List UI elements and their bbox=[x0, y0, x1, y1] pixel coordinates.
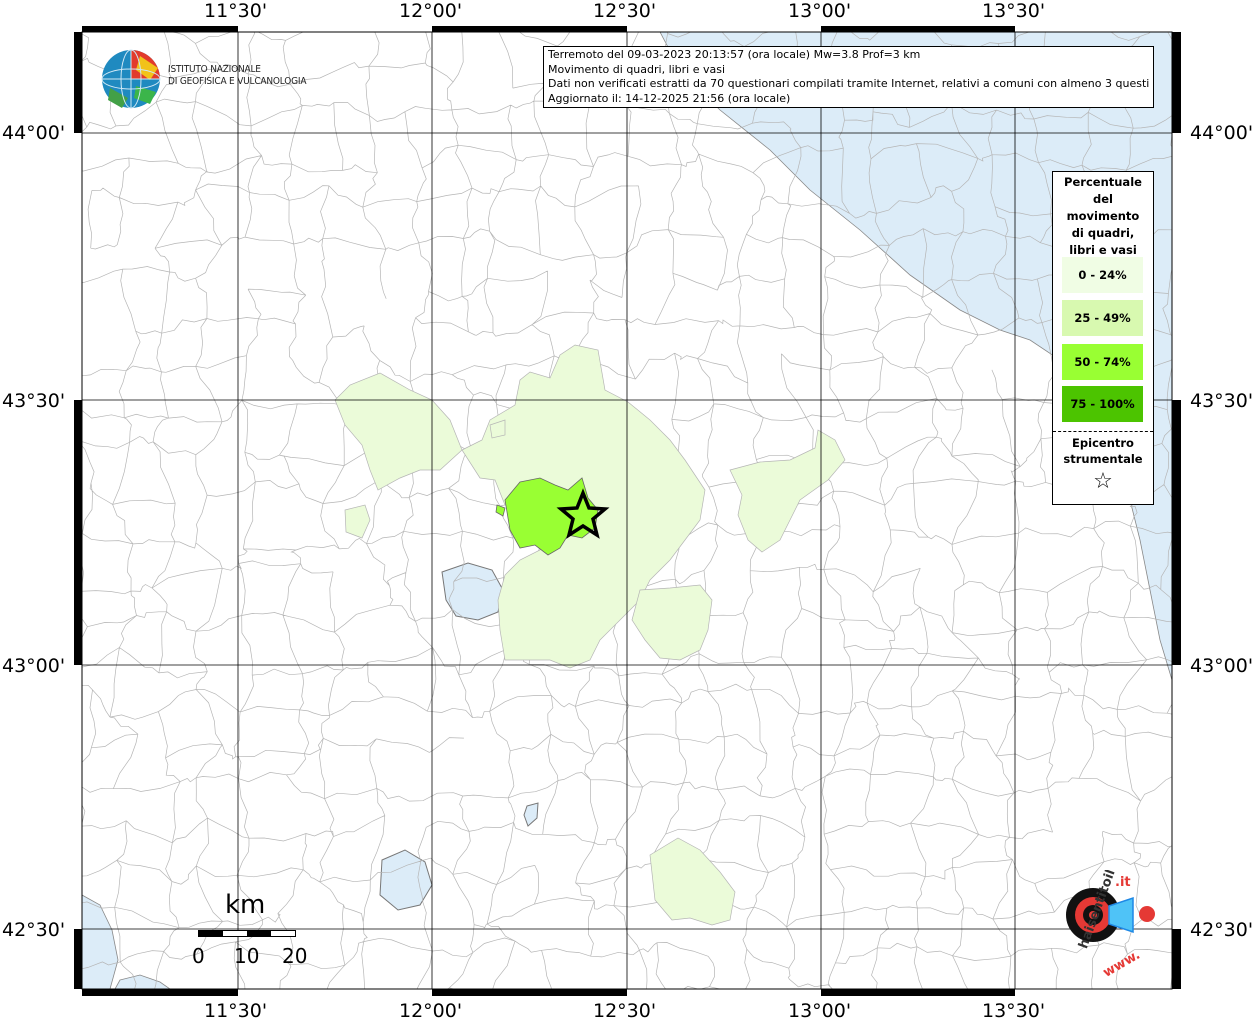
badge-suffix: .it bbox=[1115, 875, 1131, 890]
epicenter-title-line: Epicentro bbox=[1072, 436, 1134, 450]
event-info-box: Terremoto del 09-03-2023 20:13:57 (ora l… bbox=[543, 46, 1154, 108]
legend-title-line: del bbox=[1093, 192, 1113, 206]
data-note: Dati non verificati estratti da 70 quest… bbox=[548, 77, 1149, 90]
updated-timestamp: Aggiornato il: 14-12-2025 21:56 (ora loc… bbox=[548, 91, 791, 105]
scale-bar: km 0 10 20 bbox=[190, 890, 310, 970]
legend-item-50-74: 50 - 74% bbox=[1062, 344, 1143, 380]
legend-separator bbox=[1053, 431, 1153, 432]
globe-icon bbox=[101, 49, 161, 109]
event-header: Terremoto del 09-03-2023 20:13:57 (ora l… bbox=[548, 48, 921, 61]
badge-www: www. bbox=[1101, 948, 1143, 980]
epicenter-legend-title: Epicentro strumentale bbox=[1053, 435, 1153, 467]
legend-title-line: di quadri, bbox=[1071, 226, 1135, 240]
logo-line2: DI GEOFISICA E VULCANOLOGIA bbox=[168, 76, 307, 87]
legend-title-line: movimento bbox=[1066, 209, 1140, 223]
effect-description: Movimento di quadri, libri e vasi bbox=[548, 62, 726, 76]
legend-item-25-49: 25 - 49% bbox=[1062, 300, 1143, 336]
legend-title: Percentuale del movimento di quadri, lib… bbox=[1053, 172, 1153, 259]
legend-title-line: Percentuale bbox=[1064, 175, 1142, 189]
legend-item-0-24: 0 - 24% bbox=[1062, 257, 1143, 293]
logo-line1: ISTITUTO NAZIONALE bbox=[168, 64, 261, 75]
legend-item-75-100: 75 - 100% bbox=[1062, 386, 1143, 422]
scale-label-0: 0 bbox=[192, 944, 205, 968]
epicenter-title-line: strumentale bbox=[1063, 452, 1143, 466]
legend-box: Percentuale del movimento di quadri, lib… bbox=[1052, 171, 1154, 505]
scale-unit: km bbox=[225, 890, 266, 920]
scale-label-20: 20 bbox=[282, 944, 308, 968]
scale-label-10: 10 bbox=[234, 944, 260, 968]
ingv-logo: ISTITUTO NAZIONALE DI GEOFISICA E VULCAN… bbox=[100, 48, 310, 110]
scale-bar-track bbox=[198, 930, 296, 937]
haisentito-badge[interactable]: haisentitoilterremoto .it www. bbox=[1035, 798, 1165, 981]
epicenter-legend-star-icon: ☆ bbox=[1093, 469, 1113, 494]
